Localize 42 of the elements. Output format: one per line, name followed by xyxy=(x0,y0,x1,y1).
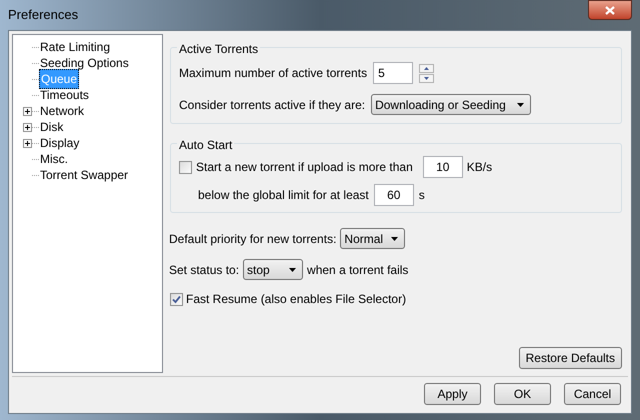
upload-label: Start a new torrent if upload is more than xyxy=(196,159,413,176)
max-torrents-field[interactable]: 5 xyxy=(373,62,414,84)
fast-resume-checkbox[interactable] xyxy=(170,292,183,306)
below-label: below the global limit for at least xyxy=(198,187,369,204)
status-label: Set status to: xyxy=(169,262,240,278)
close-icon xyxy=(605,6,615,14)
expand-icon[interactable] xyxy=(23,106,32,116)
caret-icon xyxy=(391,236,398,240)
tree-item[interactable]: Seeding Options xyxy=(39,54,130,72)
down-arrow-icon xyxy=(424,76,430,80)
window-title: Preferences xyxy=(8,6,78,24)
priority-dropdown[interactable]: Normal xyxy=(340,228,406,249)
upload-unit: KB/s xyxy=(466,159,492,176)
priority-label: Default priority for new torrents: xyxy=(169,230,336,248)
caret-icon xyxy=(517,102,524,106)
dialog-button[interactable]: Cancel xyxy=(564,383,621,405)
spin-buttons[interactable] xyxy=(419,64,434,82)
tree-item[interactable]: Display xyxy=(39,134,80,152)
status-suffix: when a torrent fails xyxy=(307,262,408,278)
fast-resume-label: Fast Resume (also enables File Selector) xyxy=(186,291,406,308)
active-state-dropdown[interactable]: Downloading or Seeding xyxy=(371,94,532,115)
expand-icon[interactable] xyxy=(23,122,32,132)
caret-icon xyxy=(289,268,296,272)
duration-field[interactable]: 60 xyxy=(374,184,414,206)
dialog-button[interactable]: OK xyxy=(494,383,551,405)
tree-item[interactable]: Network xyxy=(39,102,86,120)
duration-unit: s xyxy=(418,187,425,204)
restore-defaults-button[interactable]: Restore Defaults xyxy=(518,347,622,369)
tree-item[interactable]: Timeouts xyxy=(39,86,90,104)
max-torrents-label: Maximum number of active torrents xyxy=(179,65,368,82)
auto-start-checkbox[interactable] xyxy=(179,160,192,174)
close-button[interactable] xyxy=(588,0,632,20)
up-arrow-icon xyxy=(424,66,430,70)
tree-item[interactable]: Misc. xyxy=(39,150,69,168)
tree-item[interactable]: Disk xyxy=(39,118,64,136)
tree-item[interactable]: Torrent Swapper xyxy=(39,166,130,184)
status-dropdown[interactable]: stop xyxy=(243,259,304,280)
consider-label: Consider torrents active if they are: xyxy=(179,96,366,114)
upload-field[interactable]: 10 xyxy=(422,156,463,178)
tree-item[interactable]: Rate Limiting xyxy=(39,38,112,56)
dialog-button[interactable]: Apply xyxy=(424,383,481,405)
expand-icon[interactable] xyxy=(23,138,32,148)
